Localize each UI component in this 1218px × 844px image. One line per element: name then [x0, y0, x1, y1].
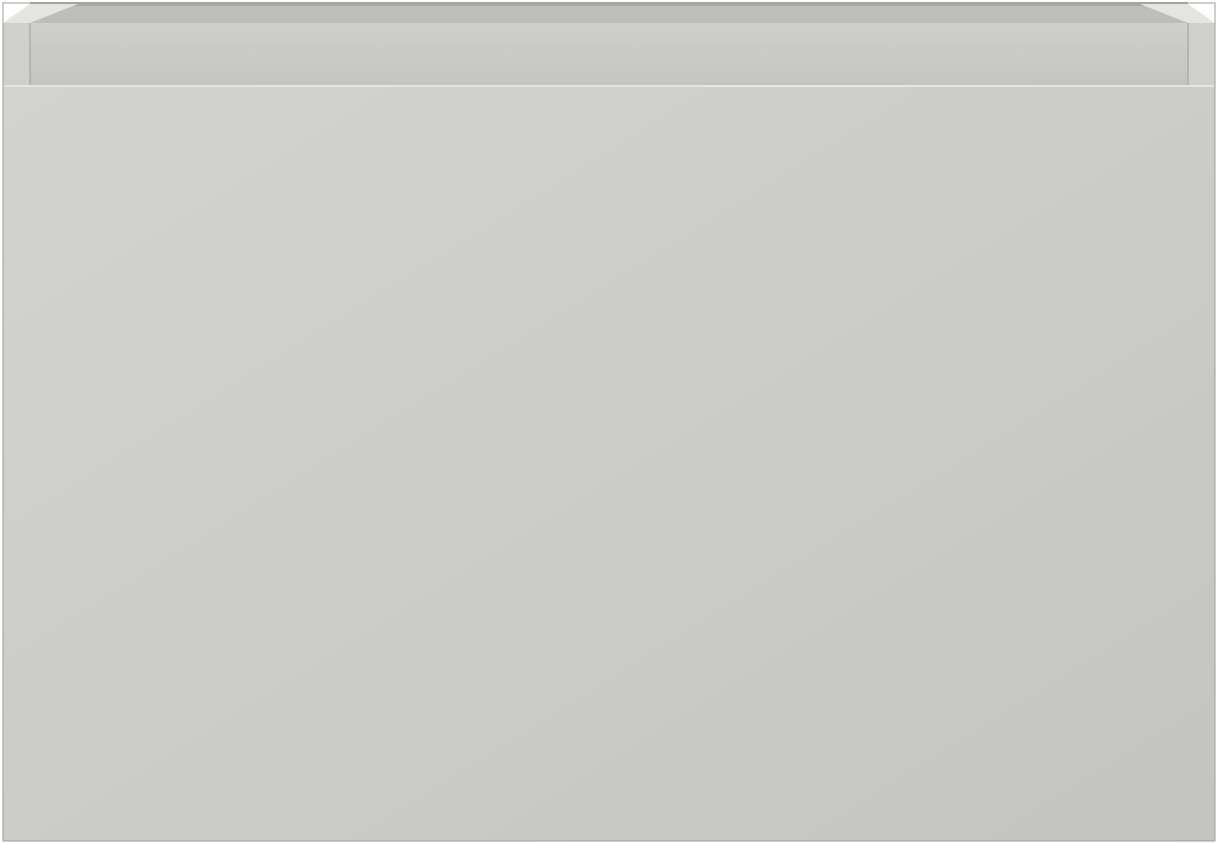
cabinet-inner-back-wall [30, 4, 1188, 24]
drawer-front-panel [3, 86, 1215, 841]
cabinet-back-rim [30, 23, 1188, 85]
cabinet-right-post [1188, 23, 1215, 85]
product-render-scene [0, 0, 1218, 844]
cabinet-left-post [3, 23, 30, 85]
cabinet-drawer-illustration [2, 2, 1216, 842]
drawer-front-top-edge [3, 85, 1215, 87]
